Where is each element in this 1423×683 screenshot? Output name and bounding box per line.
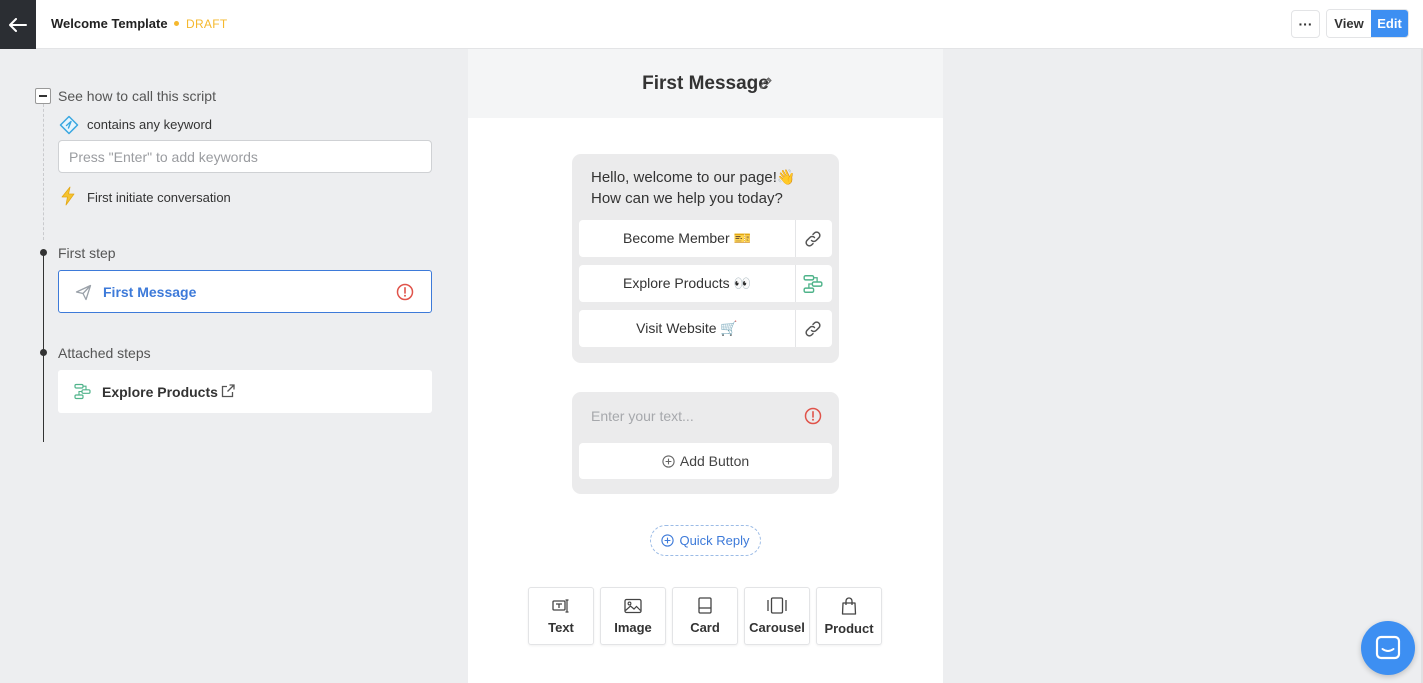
keyword-tag-icon xyxy=(59,115,79,135)
first-step-heading: First step xyxy=(58,245,116,261)
image-icon xyxy=(624,598,642,613)
tool-label: Carousel xyxy=(749,620,805,635)
flow-icon xyxy=(74,383,91,400)
message-button-label: Visit Website 🛒 xyxy=(636,320,738,336)
keyword-rule-label: contains any keyword xyxy=(87,117,213,132)
plus-circle-icon xyxy=(661,534,675,547)
divider xyxy=(795,265,796,302)
tool-label: Card xyxy=(690,620,720,635)
draft-dot xyxy=(174,21,179,26)
divider xyxy=(795,310,796,347)
warning-icon xyxy=(396,283,414,301)
divider xyxy=(795,220,796,257)
view-button[interactable]: View xyxy=(1327,10,1371,37)
lightning-icon xyxy=(61,186,75,206)
message-button-row[interactable]: Become Member 🎫 xyxy=(579,220,832,257)
message-text[interactable]: Hello, welcome to our page!👋 How can we … xyxy=(591,167,796,209)
card-icon xyxy=(698,597,712,614)
step-first-message[interactable]: First Message xyxy=(58,270,432,313)
status-badge: DRAFT xyxy=(186,17,228,31)
top-bar: Welcome Template DRAFT ··· View Edit xyxy=(0,0,1423,49)
keyword-input[interactable] xyxy=(58,140,432,173)
initiate-conversation-label: First initiate conversation xyxy=(87,190,231,205)
add-product-button[interactable]: Product xyxy=(816,587,882,645)
first-step-dot xyxy=(40,249,47,256)
chat-launcher-button[interactable] xyxy=(1361,621,1415,675)
add-card-button[interactable]: Card xyxy=(672,587,738,645)
trigger-section-label[interactable]: See how to call this script xyxy=(58,88,216,104)
template-title: Welcome Template xyxy=(51,16,168,31)
arrow-left-icon xyxy=(9,17,27,32)
pencil-icon[interactable] xyxy=(759,76,773,90)
message-button-label: Explore Products 👀 xyxy=(623,275,751,291)
view-edit-toggle: View Edit xyxy=(1326,9,1409,38)
attached-steps-heading: Attached steps xyxy=(58,345,151,361)
message-button-row[interactable]: Visit Website 🛒 xyxy=(579,310,832,347)
collapse-toggle[interactable] xyxy=(35,88,51,104)
message-bubble[interactable]: Hello, welcome to our page!👋 How can we … xyxy=(572,154,839,363)
quick-reply-button[interactable]: Quick Reply xyxy=(650,525,761,556)
more-options-button[interactable]: ··· xyxy=(1291,10,1320,38)
link-icon[interactable] xyxy=(803,319,823,339)
text-placeholder[interactable]: Enter your text... xyxy=(591,408,694,424)
plus-circle-icon xyxy=(662,454,675,468)
carousel-icon xyxy=(767,597,787,614)
step-label: Explore Products xyxy=(102,383,218,400)
step-explore-products[interactable]: Explore Products xyxy=(58,370,432,413)
text-icon xyxy=(552,598,569,613)
external-link-icon[interactable] xyxy=(221,384,235,398)
add-image-button[interactable]: Image xyxy=(600,587,666,645)
add-carousel-button[interactable]: Carousel xyxy=(744,587,810,645)
bag-icon xyxy=(841,596,857,615)
edit-button[interactable]: Edit xyxy=(1371,10,1408,37)
message-editor: First Message Hello, welcome to our page… xyxy=(468,49,943,683)
step-label: First Message xyxy=(103,283,197,300)
add-button-label: Add Button xyxy=(679,453,750,469)
message-button-row[interactable]: Explore Products 👀 xyxy=(579,265,832,302)
flow-icon[interactable] xyxy=(803,274,823,294)
back-button[interactable] xyxy=(0,0,36,49)
message-button-label: Become Member 🎫 xyxy=(623,230,751,246)
editor-header: First Message xyxy=(468,49,943,118)
tree-connector-dashed xyxy=(43,104,44,240)
attached-steps-dot xyxy=(40,349,47,356)
tool-label: Text xyxy=(548,619,574,635)
text-bubble-empty[interactable]: Enter your text... Add Button xyxy=(572,392,839,494)
send-icon xyxy=(75,284,92,301)
add-text-button[interactable]: Text xyxy=(528,587,594,645)
quick-reply-label: Quick Reply xyxy=(679,533,750,548)
tool-label: Product xyxy=(824,620,874,636)
chat-icon xyxy=(1375,635,1401,660)
warning-icon xyxy=(804,407,822,425)
editor-title: First Message xyxy=(642,73,769,94)
add-button[interactable]: Add Button xyxy=(579,443,832,479)
link-icon[interactable] xyxy=(803,229,823,249)
tree-connector xyxy=(43,252,44,442)
content-type-toolbar: Text Image Card Carousel Product xyxy=(528,587,882,645)
tool-label: Image xyxy=(614,619,652,635)
